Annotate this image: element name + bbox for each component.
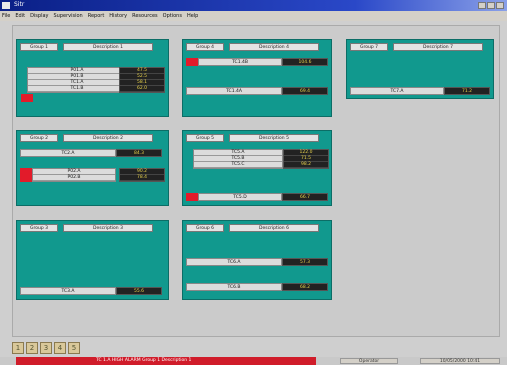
minimize-button[interactable]	[478, 2, 486, 9]
description-button[interactable]: Description 4	[229, 43, 319, 51]
group-button[interactable]: Group 4	[186, 43, 224, 51]
tag-value: 78.4	[120, 175, 164, 181]
tag-label: TC5.D	[198, 193, 282, 201]
menu-help[interactable]: Help	[185, 13, 201, 19]
tag-label: P02.B	[33, 175, 115, 181]
tag-row: TC2.A 84.3	[20, 149, 162, 157]
group-panel-4: Group 4 Description 4 TC1.4B 104.6 TC1.4…	[182, 39, 332, 117]
group-button[interactable]: Group 6	[186, 224, 224, 232]
alarm-indicator	[186, 193, 198, 201]
group-button[interactable]: Group 5	[186, 134, 224, 142]
menu-edit[interactable]: Edit	[13, 13, 28, 19]
description-button[interactable]: Description 2	[63, 134, 153, 142]
tag-row: TC1.4A 69.4	[186, 87, 328, 95]
menu-display[interactable]: Display	[28, 13, 51, 19]
value-stack: 122.0 71.5 98.2	[283, 149, 329, 169]
tag-row: TC6.B 68.2	[186, 283, 328, 291]
group-button[interactable]: Group 2	[20, 134, 58, 142]
group-button[interactable]: Group 3	[20, 224, 58, 232]
group-button[interactable]: Group 1	[20, 43, 58, 51]
status-datetime: 10/05/2000 10:41	[420, 358, 500, 364]
tag-label: TC6.A	[186, 258, 282, 266]
alarm-indicator	[186, 58, 198, 66]
tag-value: 84.3	[116, 149, 162, 157]
menu-history[interactable]: History	[107, 13, 130, 19]
description-button[interactable]: Description 1	[63, 43, 153, 51]
label-stack: TC5.A TC5.B TC5.C	[193, 149, 283, 169]
description-button[interactable]: Description 7	[393, 43, 483, 51]
tag-label: TC7.A	[350, 87, 444, 95]
alarm-indicator	[20, 168, 32, 182]
label-stack: P02.A P02.B	[32, 168, 116, 182]
toolbar-button[interactable]: 3	[40, 342, 52, 354]
menu-options[interactable]: Options	[161, 13, 185, 19]
alarm-indicator	[21, 94, 33, 102]
tag-label: TC5.C	[194, 162, 282, 168]
menu-supervision[interactable]: Supervision	[52, 13, 86, 19]
value-stack: 47.5 52.5 58.1 62.0	[119, 67, 165, 93]
window-title: Sitr	[14, 1, 25, 8]
menu-bar: File Edit Display Supervision Report His…	[0, 11, 507, 21]
toolbar-button[interactable]: 4	[54, 342, 66, 354]
description-button[interactable]: Description 5	[229, 134, 319, 142]
maximize-button[interactable]	[487, 2, 495, 9]
tag-row: TC3.A 55.6	[20, 287, 162, 295]
title-bar: Sitr	[0, 0, 507, 11]
group-panel-6: Group 6 Description 6 TC6.A 57.3 TC6.B 6…	[182, 220, 332, 300]
alarm-banner[interactable]: TC 1.A HIGH ALARM Group 1 Description 1	[16, 357, 316, 365]
tag-value: 55.6	[116, 287, 162, 295]
tag-value: 62.0	[120, 86, 164, 92]
tag-row: TC7.A 71.2	[350, 87, 490, 95]
status-user: Operator	[340, 358, 398, 364]
tag-value: 66.7	[282, 193, 328, 201]
value-stack: 90.2 78.4	[119, 168, 165, 182]
tag-value: 69.4	[282, 87, 328, 95]
tag-label: TC3.A	[20, 287, 116, 295]
tag-row: TC1.4B 104.6	[198, 58, 328, 66]
group-panel-2: Group 2 Description 2 TC2.A 84.3 P02.A P…	[16, 130, 169, 206]
tag-label: TC1.B	[28, 86, 126, 92]
menu-report[interactable]: Report	[86, 13, 108, 19]
app-icon[interactable]	[2, 2, 10, 9]
group-panel-5: Group 5 Description 5 TC5.A TC5.B TC5.C …	[182, 130, 332, 206]
tag-label: TC2.A	[20, 149, 116, 157]
description-button[interactable]: Description 3	[63, 224, 153, 232]
tag-value: 68.2	[282, 283, 328, 291]
close-button[interactable]	[496, 2, 504, 9]
app-window: Sitr File Edit Display Supervision Repor…	[0, 0, 507, 365]
menu-file[interactable]: File	[0, 13, 13, 19]
menu-resources[interactable]: Resources	[130, 13, 161, 19]
toolbar-button[interactable]: 2	[26, 342, 38, 354]
group-panel-3: Group 3 Description 3 TC3.A 55.6	[16, 220, 169, 300]
toolbar-button[interactable]: 1	[12, 342, 24, 354]
tag-label: TC1.4A	[186, 87, 282, 95]
bottom-toolbar: 1 2 3 4 5	[12, 342, 80, 356]
window-controls	[478, 2, 504, 9]
tag-value: 57.3	[282, 258, 328, 266]
tag-value: 71.2	[444, 87, 490, 95]
tag-value: 104.6	[282, 58, 328, 66]
tag-row: TC5.D 66.7	[198, 193, 328, 201]
toolbar-button[interactable]: 5	[68, 342, 80, 354]
description-button[interactable]: Description 6	[229, 224, 319, 232]
tag-label: TC6.B	[186, 283, 282, 291]
group-button[interactable]: Group 7	[350, 43, 388, 51]
tag-label: TC1.4B	[198, 58, 282, 66]
label-stack: P01.A P01.B TC1.A TC1.B	[27, 67, 127, 93]
tag-value: 98.2	[284, 162, 328, 168]
client-area: Group 1 Description 1 P01.A P01.B TC1.A …	[12, 25, 500, 337]
tag-row: TC6.A 57.3	[186, 258, 328, 266]
group-panel-1: Group 1 Description 1 P01.A P01.B TC1.A …	[16, 39, 169, 117]
group-panel-7: Group 7 Description 7 TC7.A 71.2	[346, 39, 494, 99]
